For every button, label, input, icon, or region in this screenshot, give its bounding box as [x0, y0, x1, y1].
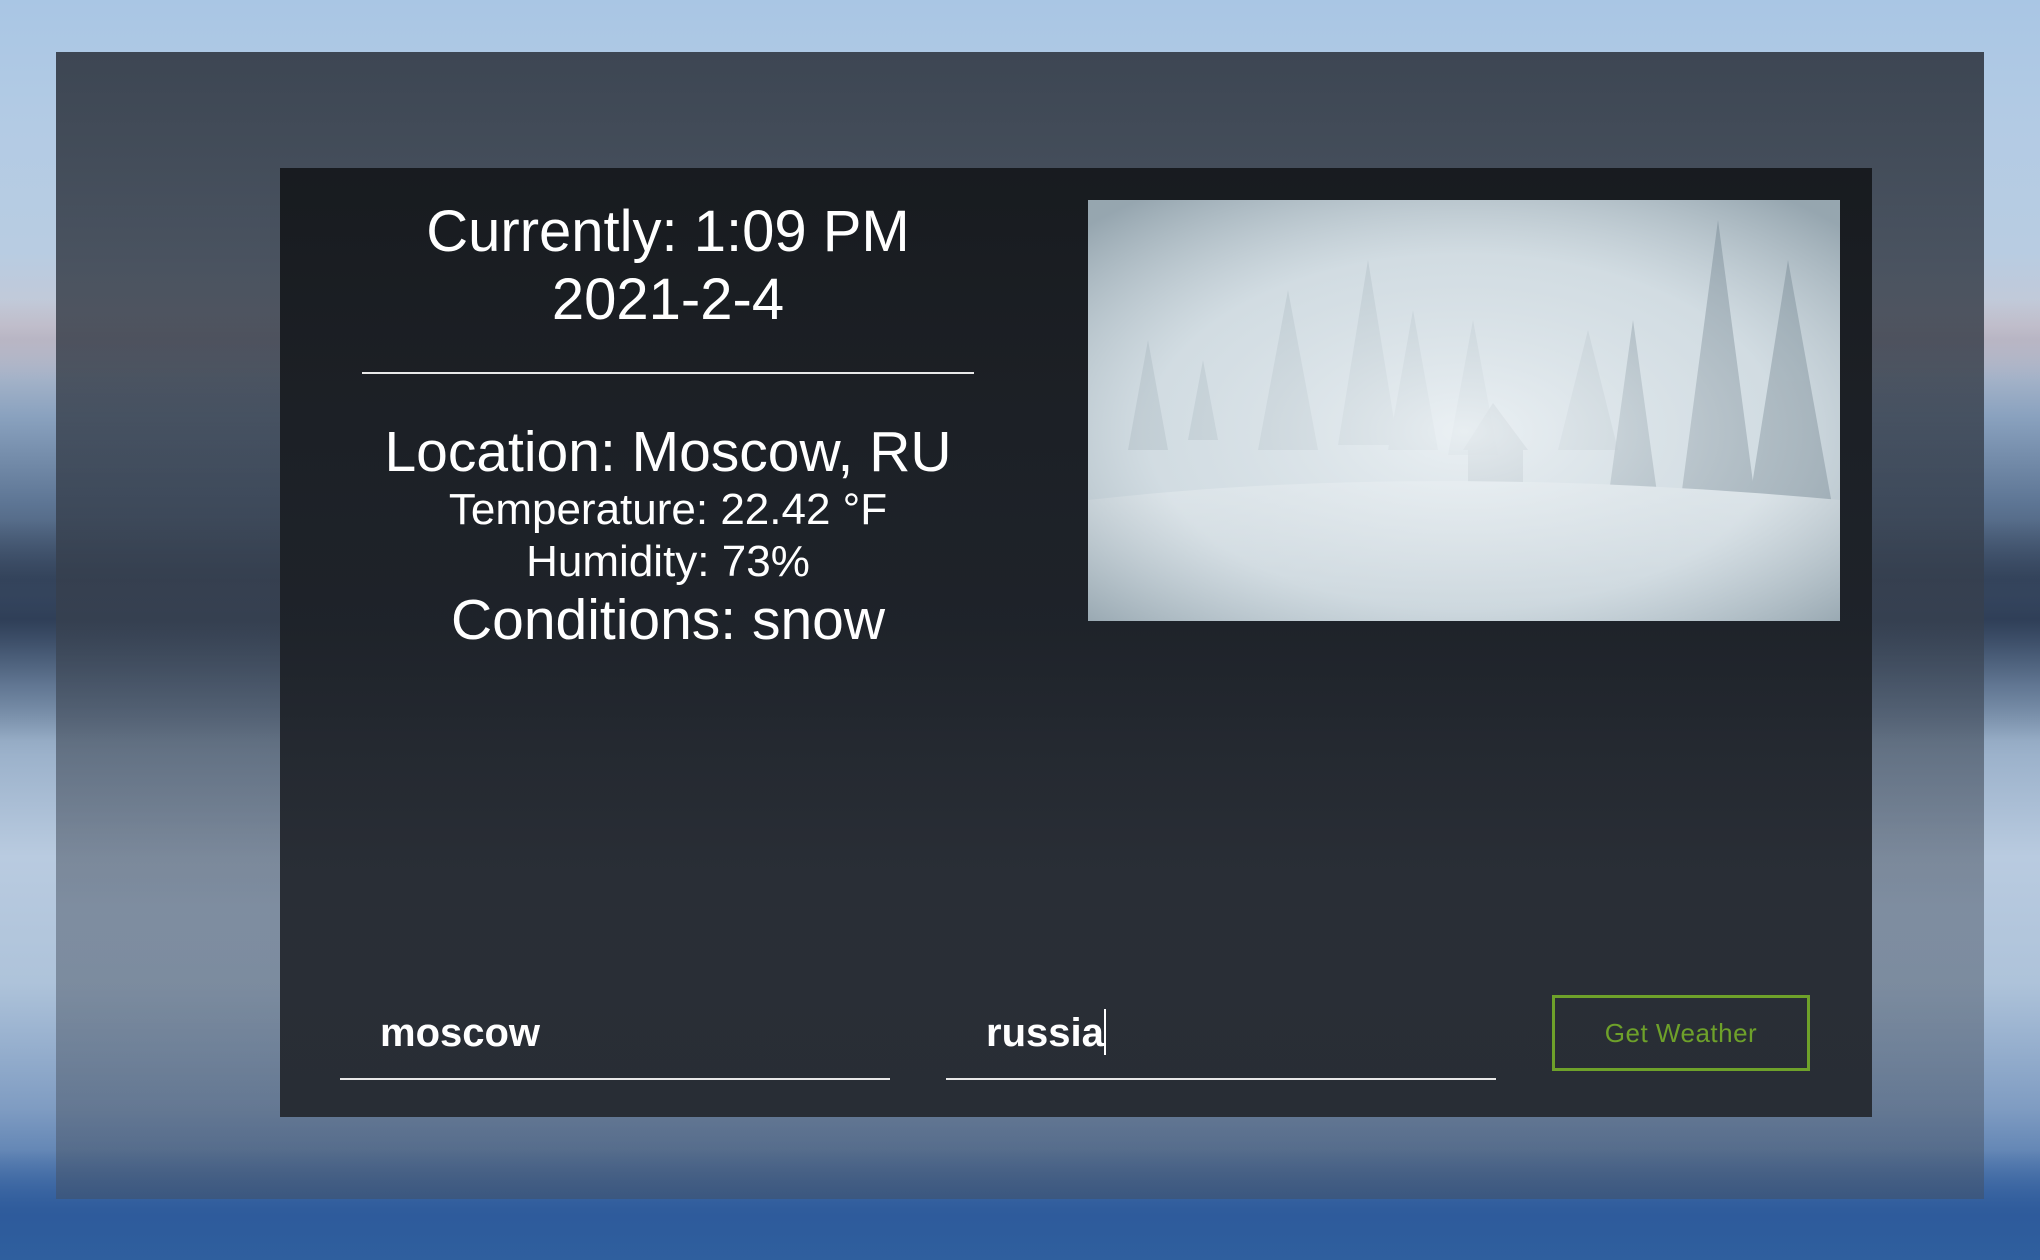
- humidity-text: Humidity: 73%: [526, 537, 810, 586]
- text-caret: [1104, 1009, 1106, 1055]
- current-date: 2021-2-4: [551, 267, 785, 332]
- country-input[interactable]: [986, 990, 1486, 1076]
- conditions-text: Conditions: snow: [450, 588, 886, 652]
- location-text: Location: Moscow, RU: [384, 420, 952, 484]
- outer-translucent-panel: Currently: 1:09 PM 2021-2-4 Location: Mo…: [56, 52, 1984, 1199]
- temperature-text: Temperature: 22.42 °F: [448, 485, 888, 534]
- weather-condition-image: [1088, 200, 1840, 621]
- divider: [362, 372, 974, 374]
- city-input-group: [340, 990, 890, 1080]
- weather-card: Currently: 1:09 PM 2021-2-4 Location: Mo…: [280, 168, 1872, 1117]
- country-input-group: [946, 990, 1496, 1080]
- city-input[interactable]: [380, 990, 880, 1076]
- current-time: Currently: 1:09 PM: [426, 199, 910, 264]
- get-weather-button[interactable]: Get Weather: [1552, 995, 1810, 1071]
- weather-info: Currently: 1:09 PM 2021-2-4 Location: Mo…: [362, 198, 974, 652]
